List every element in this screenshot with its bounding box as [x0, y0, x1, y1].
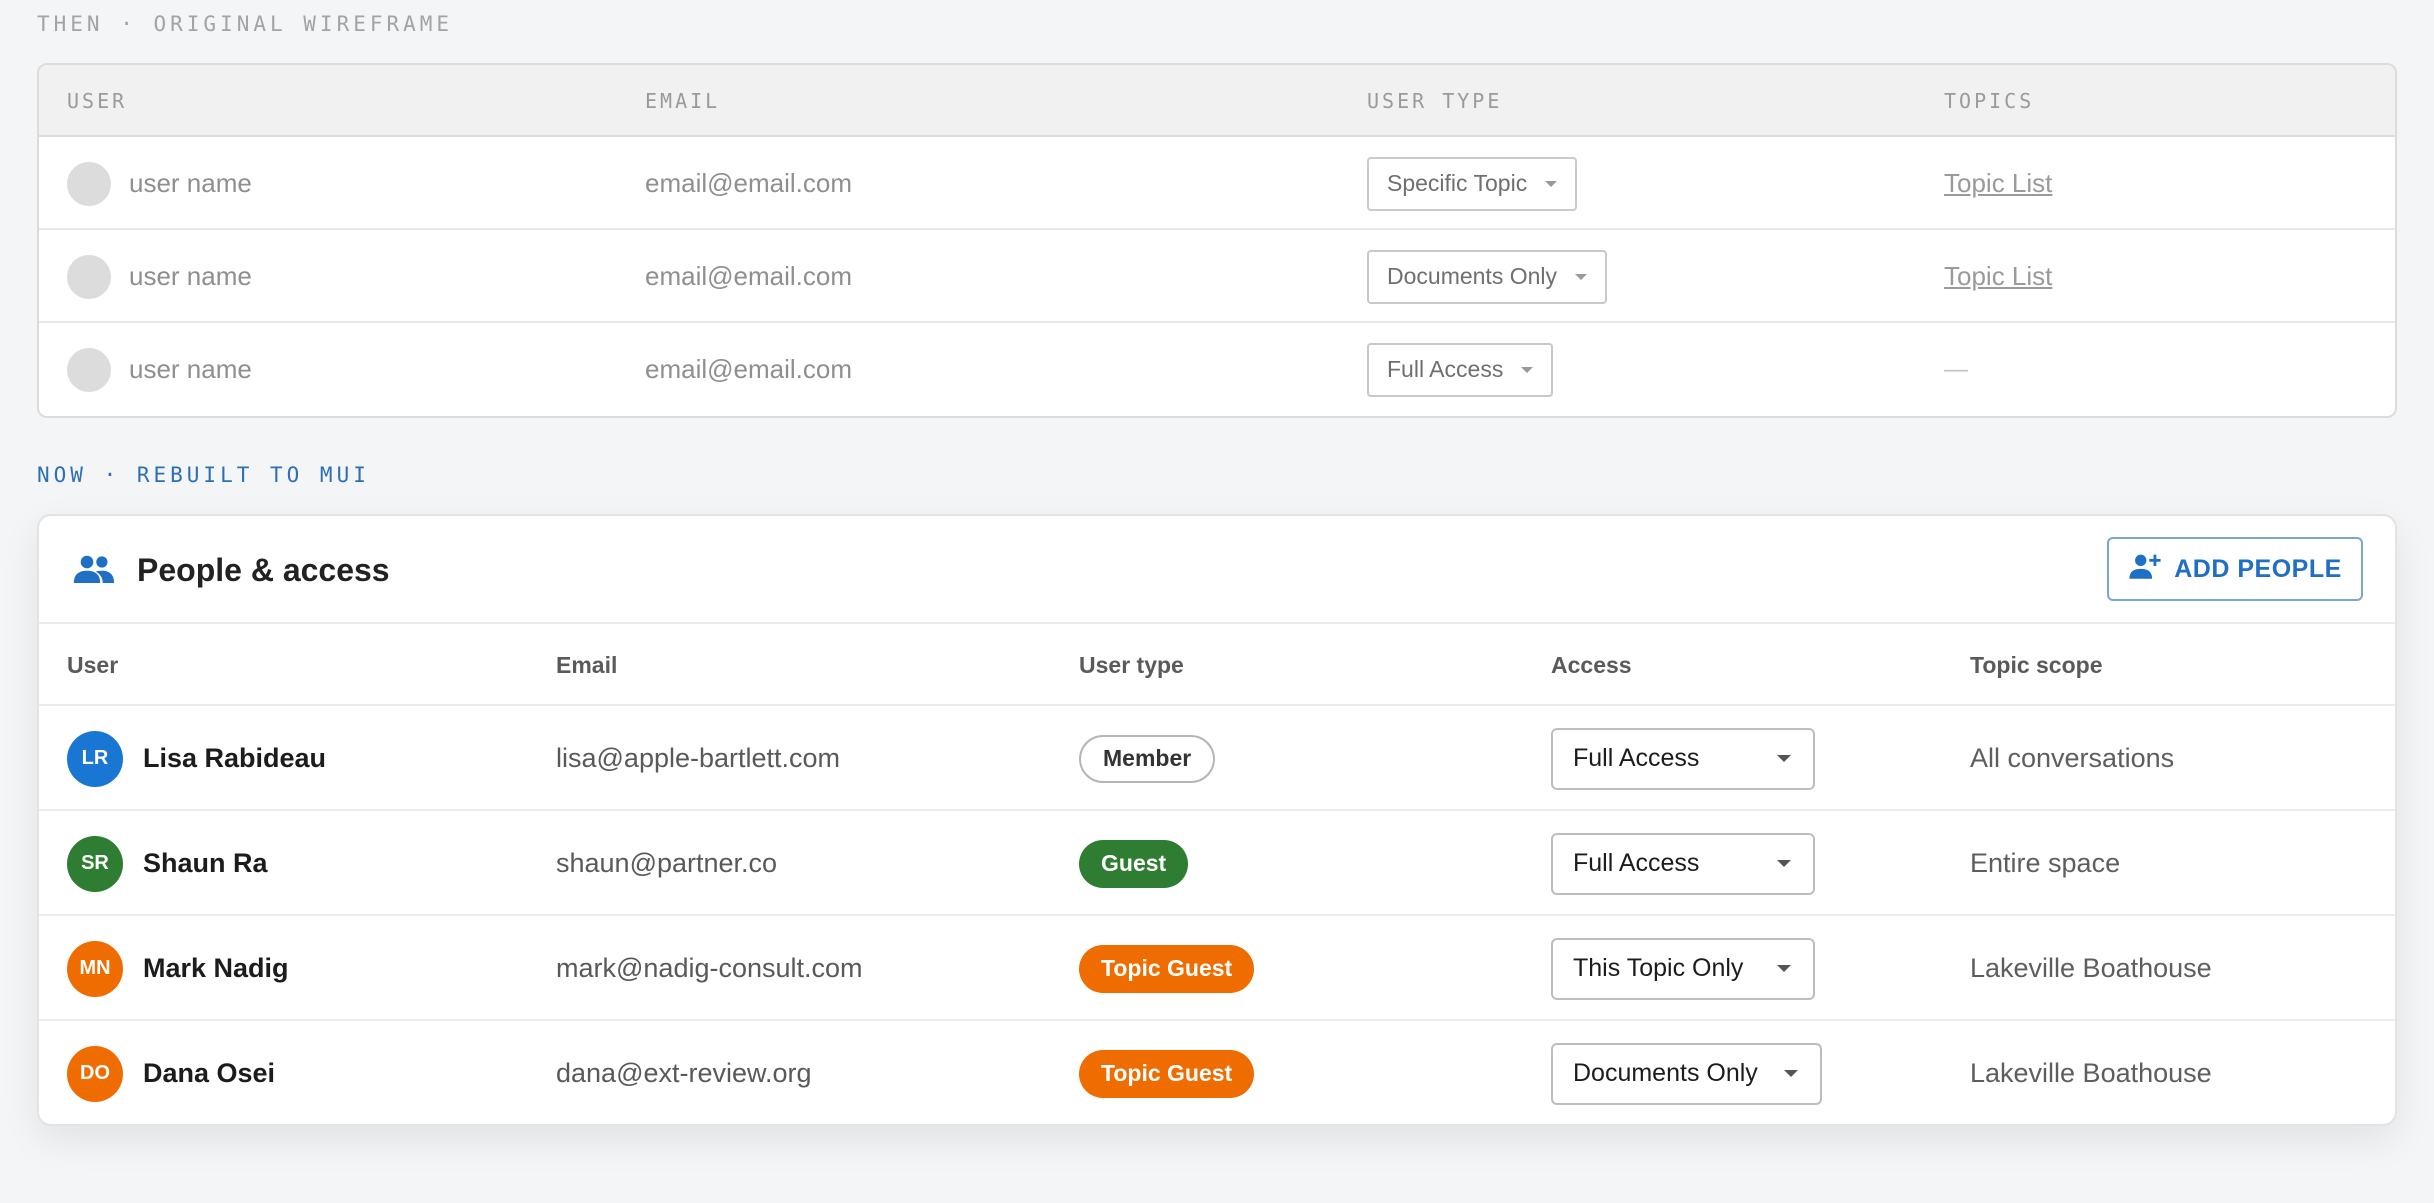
card-header: People & access ADD PEOPLE	[39, 516, 2395, 624]
caret-down-icon	[1777, 860, 1791, 867]
access-select[interactable]: Documents Only	[1551, 1042, 1822, 1105]
add-people-button[interactable]: ADD PEOPLE	[2107, 537, 2363, 601]
user-email: lisa@apple-bartlett.com	[556, 743, 841, 773]
wireframe-header-topics: TOPICS	[1944, 89, 2035, 113]
table-row: LR Lisa Rabideau lisa@apple-bartlett.com…	[39, 706, 2395, 811]
wireframe-select-value: Full Access	[1387, 356, 1504, 382]
person-add-icon	[2128, 551, 2162, 588]
user-name: Mark Nadig	[143, 953, 289, 983]
wireframe-user-name: user name	[129, 168, 252, 198]
topic-scope: Lakeville Boathouse	[1970, 953, 2212, 983]
people-access-card: People & access ADD PEOPLE User Email Us…	[37, 514, 2397, 1126]
user-name: Dana Osei	[143, 1058, 276, 1088]
wireframe-user-cell: user name	[67, 137, 252, 230]
wireframe-header-row: USER EMAIL USER TYPE TOPICS	[39, 65, 2395, 137]
topic-scope: Entire space	[1970, 848, 2121, 878]
wireframe-section-label: THEN · ORIGINAL WIREFRAME	[37, 12, 454, 36]
access-select[interactable]: This Topic Only	[1551, 937, 1815, 1000]
wireframe-user-type-select[interactable]: Full Access	[1367, 342, 1554, 397]
header-access: Access	[1551, 652, 1632, 678]
avatar: MN	[67, 940, 123, 997]
header-email: Email	[556, 652, 618, 678]
table-header-row: User Email User type Access Topic scope	[39, 624, 2395, 706]
wireframe-topics-empty: —	[1944, 355, 1968, 383]
add-people-label: ADD PEOPLE	[2174, 554, 2342, 583]
user-name: Lisa Rabideau	[143, 743, 327, 773]
access-select-value: Full Access	[1573, 744, 1700, 772]
avatar: LR	[67, 730, 123, 787]
user-type-chip: Member	[1079, 734, 1216, 783]
wireframe-email: email@email.com	[645, 354, 852, 384]
wireframe-user-type-select[interactable]: Documents Only	[1367, 249, 1608, 304]
wireframe-header-user: USER	[67, 89, 128, 113]
table-row: DO Dana Osei dana@ext-review.org Topic G…	[39, 1021, 2395, 1124]
table-row: MN Mark Nadig mark@nadig-consult.com Top…	[39, 916, 2395, 1021]
caret-down-icon	[1545, 180, 1558, 187]
wireframe-select-value: Specific Topic	[1387, 170, 1528, 196]
header-user-type: User type	[1079, 652, 1184, 678]
wireframe-user-type-select[interactable]: Specific Topic	[1367, 156, 1578, 211]
wireframe-select-value: Documents Only	[1387, 263, 1558, 289]
wireframe-user-cell: user name	[67, 323, 252, 416]
caret-down-icon	[1521, 366, 1534, 373]
user-type-chip: Topic Guest	[1079, 944, 1255, 993]
caret-down-icon	[1784, 1070, 1798, 1077]
rebuilt-section-label: NOW · REBUILT TO MUI	[37, 463, 370, 487]
header-topic-scope: Topic scope	[1970, 652, 2103, 678]
wireframe-header-email: EMAIL	[645, 89, 721, 113]
wireframe-topic-list-link[interactable]: Topic List	[1944, 261, 2052, 292]
people-icon	[73, 552, 115, 591]
topic-scope: Lakeville Boathouse	[1970, 1058, 2212, 1088]
user-type-chip: Guest	[1079, 839, 1189, 888]
wireframe-row: user name email@email.com Full Access —	[39, 323, 2395, 416]
user-email: shaun@partner.co	[556, 848, 778, 878]
wireframe-user-cell: user name	[67, 230, 252, 323]
header-user: User	[67, 652, 119, 678]
user-type-chip: Topic Guest	[1079, 1049, 1255, 1098]
access-select-value: This Topic Only	[1573, 954, 1744, 982]
table-row: SR Shaun Ra shaun@partner.co Guest Full …	[39, 811, 2395, 916]
wireframe-topic-list-link[interactable]: Topic List	[1944, 168, 2052, 199]
wireframe-user-name: user name	[129, 261, 252, 291]
topic-scope: All conversations	[1970, 743, 2175, 773]
user-name: Shaun Ra	[143, 848, 268, 878]
avatar: SR	[67, 835, 123, 892]
wireframe-email: email@email.com	[645, 168, 852, 198]
access-select-value: Documents Only	[1573, 1059, 1758, 1087]
access-select-value: Full Access	[1573, 849, 1700, 877]
avatar-placeholder	[67, 161, 111, 206]
caret-down-icon	[1575, 273, 1588, 280]
user-email: dana@ext-review.org	[556, 1058, 812, 1088]
wireframe-row: user name email@email.com Documents Only…	[39, 230, 2395, 323]
user-email: mark@nadig-consult.com	[556, 953, 863, 983]
access-select[interactable]: Full Access	[1551, 832, 1815, 895]
caret-down-icon	[1777, 965, 1791, 972]
card-title: People & access	[137, 552, 390, 588]
wireframe-email: email@email.com	[645, 261, 852, 291]
wireframe-table: USER EMAIL USER TYPE TOPICS user name em…	[37, 63, 2397, 418]
access-select[interactable]: Full Access	[1551, 727, 1815, 790]
wireframe-header-user-type: USER TYPE	[1367, 89, 1503, 113]
avatar: DO	[67, 1045, 123, 1102]
wireframe-user-name: user name	[129, 354, 252, 384]
avatar-placeholder	[67, 347, 111, 392]
avatar-placeholder	[67, 254, 111, 299]
caret-down-icon	[1777, 755, 1791, 762]
wireframe-row: user name email@email.com Specific Topic…	[39, 137, 2395, 230]
